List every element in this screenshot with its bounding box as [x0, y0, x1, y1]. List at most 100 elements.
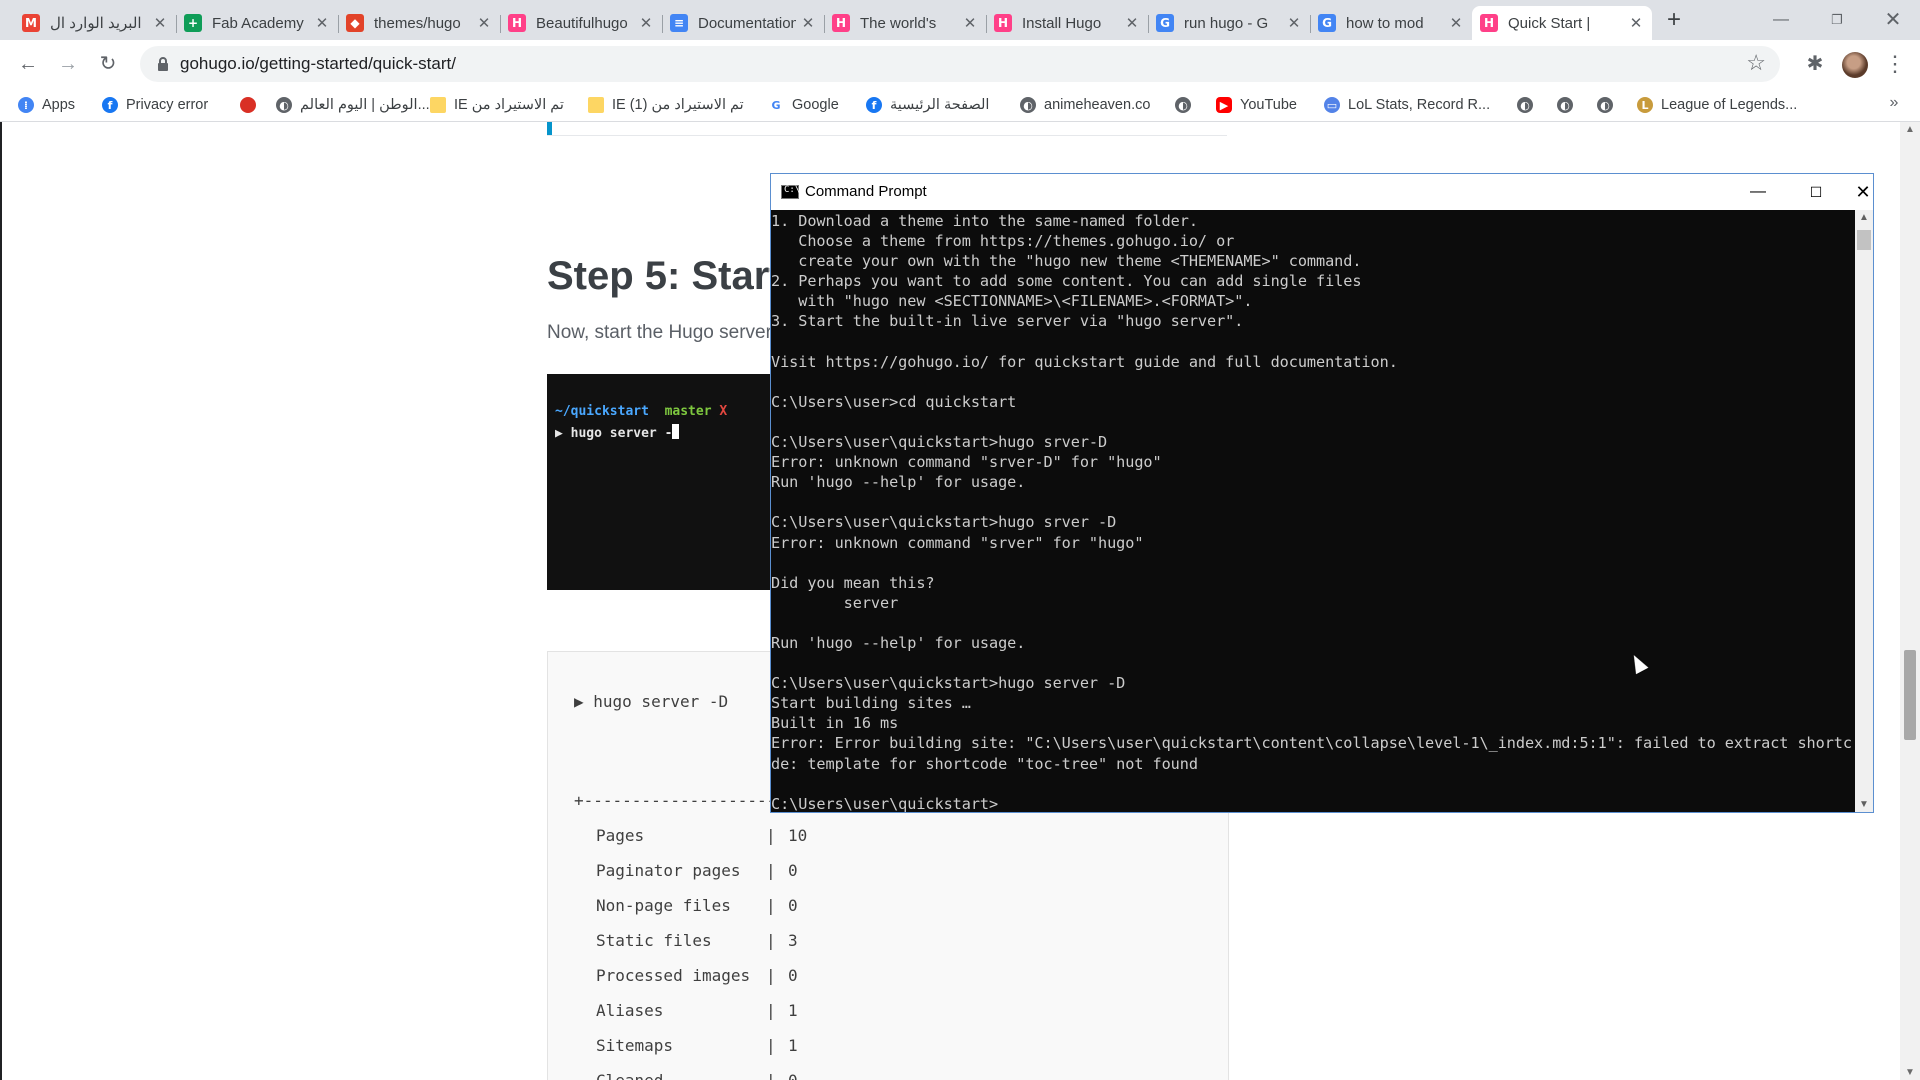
url-text: gohugo.io/getting-started/quick-start/	[180, 54, 456, 73]
stat-value: 0	[788, 1071, 798, 1080]
bookmarks-bar: » ⁞ Apps f Privacy error ◐ الوطن | اليوم العا…	[0, 88, 1920, 122]
red-circle-icon	[240, 97, 256, 113]
restore-window-button[interactable]: ❐	[1814, 0, 1860, 40]
stats-row: Cleaned|0	[596, 1071, 798, 1080]
scroll-up-arrow-icon[interactable]: ▲	[1900, 124, 1920, 135]
bookmark-item[interactable]: ▭ LoL Stats, Record R...	[1324, 94, 1490, 116]
browser-tab[interactable]: Grun hugo - G ✕	[1148, 6, 1311, 40]
browser-tab[interactable]: + Fab Academy ✕	[176, 6, 339, 40]
stat-key: Paginator pages	[596, 861, 741, 880]
bookmark-label: League of Legends...	[1661, 97, 1798, 113]
tab-title: run hugo - G	[1184, 14, 1269, 32]
forward-button[interactable]: →	[54, 50, 82, 78]
stats-row: Non-page files | 0	[596, 896, 798, 915]
tab-title: Quick Start |	[1508, 14, 1591, 32]
bookmark-item[interactable]: G Google	[768, 94, 839, 116]
bookmark-item[interactable]	[240, 94, 264, 116]
browser-tab[interactable]: H Install Hugo ✕	[986, 6, 1149, 40]
browser-tab[interactable]: H Beautifulhugo ✕	[500, 6, 663, 40]
facebook-icon: f	[866, 97, 882, 113]
globe-icon: ◐	[276, 97, 292, 113]
close-tab-icon[interactable]: ✕	[800, 14, 816, 32]
console-scroll-down-icon[interactable]: ▼	[1855, 799, 1873, 810]
command-prompt-titlebar[interactable]: C:\ Command Prompt — ☐ ✕	[771, 174, 1873, 210]
console-scrollbar-thumb[interactable]	[1857, 230, 1871, 250]
cmd-maximize-button[interactable]: ☐	[1787, 174, 1845, 210]
bookmark-item[interactable]: f الصفحة الرئيسية	[866, 94, 989, 116]
command-prompt-window[interactable]: C:\ Command Prompt — ☐ ✕ 1. Download a t…	[770, 173, 1874, 813]
page-scrollbar-thumb[interactable]	[1904, 650, 1916, 740]
bookmark-label: animeheaven.co	[1044, 97, 1151, 113]
facebook-icon: f	[102, 97, 118, 113]
stat-value: 10	[788, 826, 808, 845]
stat-value: 0	[788, 966, 798, 985]
bookmark-item[interactable]: L League of Legends...	[1637, 94, 1797, 116]
apps-grid-icon: ⁞	[18, 97, 34, 113]
league-icon: L	[1637, 97, 1653, 113]
bookmark-label: الصفحة الرئيسية	[890, 97, 990, 113]
reload-button[interactable]: ↻	[94, 50, 122, 78]
cmd-close-button[interactable]: ✕	[1845, 174, 1881, 210]
close-tab-icon[interactable]: ✕	[638, 14, 654, 32]
docs-icon: ≡	[670, 14, 688, 32]
close-tab-icon[interactable]: ✕	[1124, 14, 1140, 32]
extensions-puzzle-icon[interactable]: ✱	[1801, 50, 1829, 78]
close-tab-icon[interactable]: ✕	[476, 14, 492, 32]
tab-title: Install Hugo	[1022, 14, 1102, 32]
hugo-icon: H	[832, 14, 850, 32]
bookmark-item[interactable]: ◐	[1517, 94, 1541, 116]
bookmark-item[interactable]: ⁞ Apps	[18, 94, 75, 116]
console-scrollbar[interactable]: ▲ ▼	[1855, 210, 1873, 812]
close-window-button[interactable]: ✕	[1870, 0, 1916, 40]
stat-value: 3	[788, 931, 798, 950]
bookmark-label: Privacy error	[126, 97, 209, 113]
page-scrollbar[interactable]: ▲ ▼	[1900, 122, 1920, 1080]
bookmark-item[interactable]: ◐ الوطن | اليوم العالم...	[276, 94, 430, 116]
back-button[interactable]: ←	[14, 50, 42, 78]
close-tab-icon[interactable]: ✕	[1286, 14, 1302, 32]
bookmark-item[interactable]: f Privacy error	[102, 94, 208, 116]
minimize-window-button[interactable]: —	[1758, 0, 1804, 40]
browser-tab[interactable]: M البريد الوارد ال ✕	[14, 6, 177, 40]
browser-tab[interactable]: H The world's ✕	[824, 6, 987, 40]
tab-title: Documentation	[698, 14, 796, 32]
close-tab-icon[interactable]: ✕	[1628, 14, 1644, 32]
bookmark-item[interactable]: ◐	[1557, 94, 1581, 116]
close-tab-icon[interactable]: ✕	[1448, 14, 1464, 32]
bookmark-item[interactable]: ◐ animeheaven.co	[1020, 94, 1150, 116]
folder-icon	[430, 97, 446, 113]
bookmark-item[interactable]: IE تم الاستيراد من	[430, 94, 564, 116]
stat-key: Aliases	[596, 1001, 664, 1020]
close-tab-icon[interactable]: ✕	[152, 14, 168, 32]
browser-tab[interactable]: Ghow to mod ✕	[1310, 6, 1473, 40]
new-tab-button[interactable]: +	[1660, 6, 1688, 34]
google-icon: G	[1156, 14, 1174, 32]
console-scroll-up-icon[interactable]: ▲	[1855, 212, 1873, 223]
chrome-menu-icon[interactable]: ⋮	[1881, 50, 1909, 78]
close-tab-icon[interactable]: ✕	[314, 14, 330, 32]
bookmark-item[interactable]: ▶ YouTube	[1216, 94, 1297, 116]
bookmark-item[interactable]: IE (1) تم الاستيراد من	[588, 94, 744, 116]
cmd-app-icon: C:\	[781, 185, 800, 199]
bookmark-item[interactable]: ◐	[1597, 94, 1621, 116]
stat-value: 1	[788, 1036, 798, 1055]
browser-tab[interactable]: ◆ themes/hugo ✕	[338, 6, 501, 40]
console-output[interactable]: 1. Download a theme into the same-named …	[771, 210, 1853, 812]
cmd-minimize-button[interactable]: —	[1729, 174, 1787, 210]
stat-value: 0	[788, 896, 798, 915]
bookmark-item[interactable]: ◐	[1175, 94, 1199, 116]
browser-tab[interactable]: H Quick Start | ✕	[1472, 6, 1652, 40]
bookmark-star-icon[interactable]: ☆	[1746, 50, 1766, 76]
close-tab-icon[interactable]: ✕	[962, 14, 978, 32]
more-bookmarks-chevron-icon[interactable]: »	[1880, 89, 1908, 117]
demo-command-line: ▶ hugo server -	[555, 424, 680, 441]
profile-avatar[interactable]	[1842, 52, 1868, 78]
globe-icon: ◐	[1517, 97, 1533, 113]
address-bar[interactable]: gohugo.io/getting-started/quick-start/ ☆	[140, 46, 1780, 82]
scroll-down-arrow-icon[interactable]: ▼	[1900, 1067, 1920, 1078]
google-icon: G	[768, 97, 784, 113]
stat-key: Non-page files	[596, 896, 731, 915]
browser-tab[interactable]: ≡ Documentation ✕	[662, 6, 825, 40]
globe-icon: ◐	[1175, 97, 1191, 113]
bookmark-label: Google	[792, 97, 839, 113]
